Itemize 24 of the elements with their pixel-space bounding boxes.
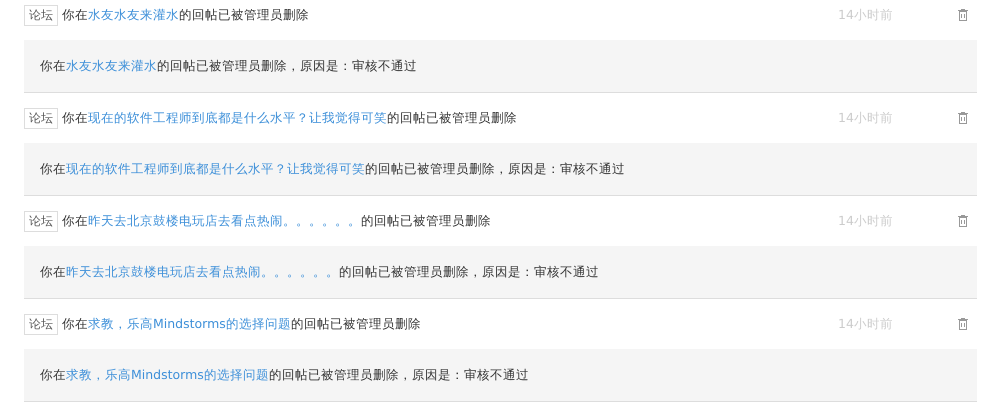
category-tag: 论坛 — [24, 314, 58, 334]
reason-text: 你在水友水友来灌水的回帖已被管理员删除，原因是：审核不通过 — [40, 58, 417, 74]
delete-icon[interactable] — [958, 215, 968, 227]
category-tag: 论坛 — [24, 108, 58, 128]
post-link[interactable]: 求教，乐高Mindstorms的选择问题 — [66, 366, 269, 382]
post-link[interactable]: 昨天去北京鼓楼电玩店去看点热闹。。。。。。 — [66, 264, 339, 278]
notice-text: 你在昨天去北京鼓楼电玩店去看点热闹。。。。。。的回帖已被管理员删除 — [62, 212, 492, 230]
post-link[interactable]: 现在的软件工程师到底都是什么水平？让我觉得可笑 — [66, 160, 365, 176]
category-tag: 论坛 — [24, 210, 58, 232]
post-link[interactable]: 现在的软件工程师到底都是什么水平？让我觉得可笑 — [88, 110, 387, 124]
delete-icon[interactable] — [958, 112, 968, 124]
post-link[interactable]: 求教，乐高Mindstorms的选择问题 — [88, 316, 291, 330]
post-link[interactable]: 水友水友来灌水 — [88, 6, 179, 22]
notice-text: 你在求教，乐高Mindstorms的选择问题的回帖已被管理员删除 — [62, 316, 422, 332]
delete-icon[interactable] — [958, 318, 968, 330]
delete-icon[interactable] — [958, 9, 968, 21]
notice-text: 你在现在的软件工程师到底都是什么水平？让我觉得可笑的回帖已被管理员删除 — [62, 110, 518, 126]
notice-text: 你在水友水友来灌水的回帖已被管理员删除 — [62, 6, 310, 24]
reason-text: 你在现在的软件工程师到底都是什么水平？让我觉得可笑的回帖已被管理员删除，原因是：审核不通过 — [40, 160, 625, 178]
reason-text: 你在求教，乐高Mindstorms的选择问题的回帖已被管理员删除，原因是：审核不通过 — [40, 366, 529, 384]
reason-text: 你在昨天去北京鼓楼电玩店去看点热闹。。。。。。的回帖已被管理员删除，原因是：审核不通过 — [40, 264, 599, 280]
post-link[interactable]: 昨天去北京鼓楼电玩店去看点热闹。。。。。。 — [88, 212, 361, 228]
post-link[interactable]: 水友水友来灌水 — [66, 58, 157, 72]
category-tag: 论坛 — [24, 4, 58, 26]
